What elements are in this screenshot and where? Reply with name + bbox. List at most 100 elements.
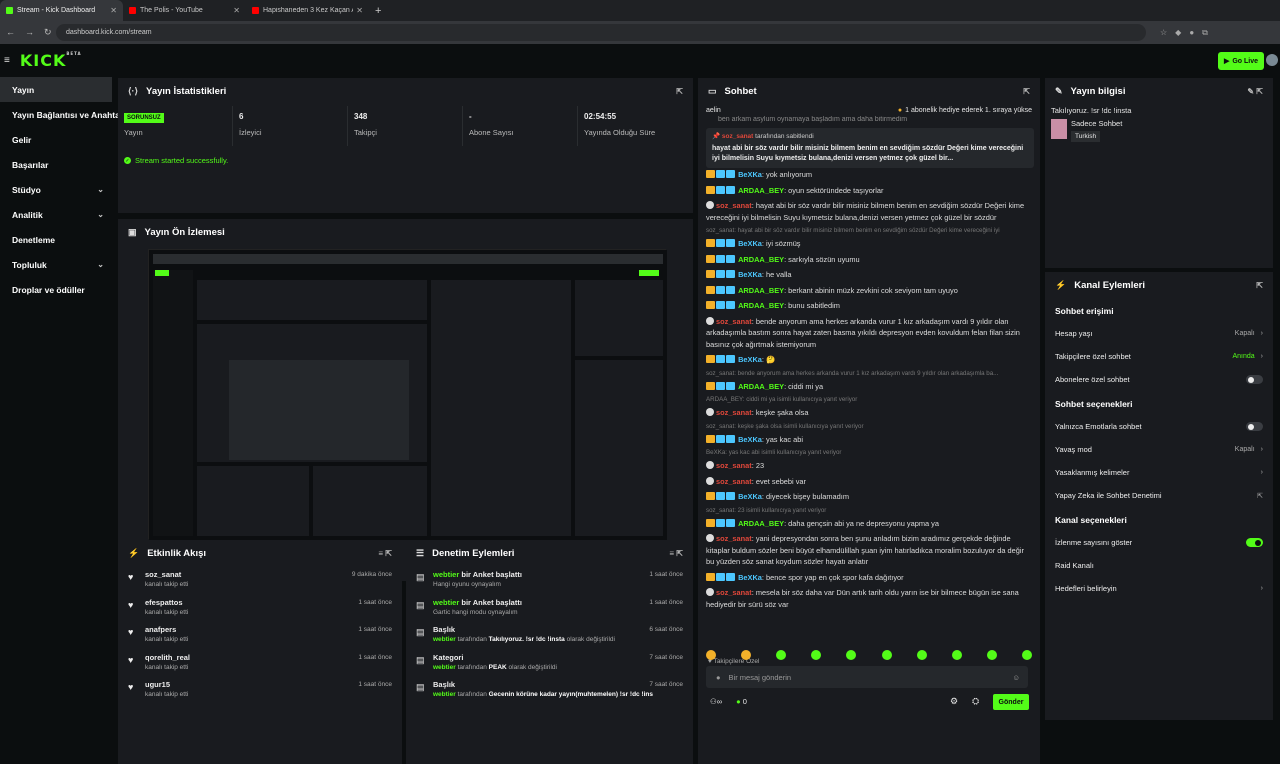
chat-username[interactable]: BeXKa: [738, 170, 762, 179]
chat-username[interactable]: soz_sanat: [716, 588, 752, 597]
chat-username[interactable]: soz_sanat: [716, 408, 752, 417]
emote-icon[interactable]: [986, 650, 997, 660]
chat-username[interactable]: ARDAA_BEY: [738, 186, 784, 195]
chat-message[interactable]: BeXKa: 🤔: [698, 352, 1040, 368]
chat-username[interactable]: soz_sanat: [716, 461, 752, 470]
chat-message[interactable]: ARDAA_BEY: bunu sabitledim: [698, 298, 1040, 314]
subs-chat-toggle[interactable]: [1246, 375, 1263, 384]
raid-channel-setting[interactable]: Raid Kanalı: [1045, 554, 1273, 577]
go-live-button[interactable]: ▶ Go Live: [1218, 52, 1264, 70]
chat-message[interactable]: BeXKa: diyecek bişey bulamadım: [698, 489, 1040, 505]
chat-username[interactable]: BeXKa: [738, 435, 762, 444]
emote-icon[interactable]: [881, 650, 892, 660]
menu-icon[interactable]: ≡: [4, 55, 10, 66]
kick-logo[interactable]: KICKBETA: [20, 51, 82, 70]
extension-icon[interactable]: ◆: [1175, 28, 1181, 38]
chat-username[interactable]: ARDAA_BEY: [738, 519, 784, 528]
chat-message[interactable]: BeXKa: iyi sözmüş: [698, 236, 1040, 252]
chat-username[interactable]: ARDAA_BEY: [738, 382, 784, 391]
sidebar-item[interactable]: Denetleme: [0, 227, 112, 252]
account-age-setting[interactable]: Hesap yaşı Kapalı ›: [1045, 322, 1273, 345]
chat-message[interactable]: soz_sanat: evet sebebi var: [698, 474, 1040, 490]
emote-icon[interactable]: [951, 650, 962, 660]
chat-message[interactable]: soz_sanat: yani depresyondan sonra ben ş…: [698, 531, 1040, 570]
chat-input[interactable]: ● Bir mesaj gönderin ☺: [706, 666, 1028, 688]
stream-preview-video[interactable]: [148, 249, 667, 540]
extension-icon[interactable]: ●: [1189, 28, 1194, 38]
chat-message[interactable]: BeXKa: yas kac abi: [698, 432, 1040, 448]
chat-message[interactable]: soz_sanat: 23: [698, 458, 1040, 474]
filter-icon[interactable]: ≡ ⇱: [669, 549, 683, 558]
chat-message[interactable]: ARDAA_BEY: daha gençsin abi ya ne depres…: [698, 516, 1040, 532]
sidebar-item[interactable]: Gelir: [0, 127, 112, 152]
chat-username[interactable]: ARDAA_BEY: [738, 255, 784, 264]
sidebar-item[interactable]: Başarılar: [0, 152, 112, 177]
emotes-only-toggle[interactable]: [1246, 422, 1263, 431]
emote-icon[interactable]: [846, 650, 857, 660]
filter-icon[interactable]: ≡ ⇱: [378, 549, 392, 558]
emote-icon[interactable]: [776, 650, 787, 660]
chat-username[interactable]: soz_sanat: [716, 477, 752, 486]
pinned-message[interactable]: 📌 soz_sanat tarafından sabitlendi hayat …: [706, 128, 1034, 168]
emote-icon[interactable]: [811, 650, 822, 660]
extensions-puzzle-icon[interactable]: ⧉: [1202, 28, 1208, 38]
chat-username[interactable]: soz_sanat: [716, 201, 752, 210]
emote-icon[interactable]: [916, 650, 927, 660]
edit-icon[interactable]: ✎ ⇱: [1247, 87, 1263, 96]
popout-icon[interactable]: ⇱: [1256, 281, 1263, 290]
close-tab-icon[interactable]: ✕: [110, 6, 117, 15]
emote-icon[interactable]: [1021, 650, 1032, 660]
chat-username[interactable]: BeXKa: [738, 270, 762, 279]
sidebar-item[interactable]: Analitik ⌄: [0, 202, 112, 227]
chat-message[interactable]: ARDAA_BEY: ciddi mi ya: [698, 379, 1040, 395]
popout-icon[interactable]: ⇱: [676, 87, 683, 96]
browser-tab-youtube-2[interactable]: Hapishaneden 3 Kez Kaçan Ada ✕: [246, 0, 369, 21]
emote-icon[interactable]: [706, 650, 716, 660]
gear-icon[interactable]: ⚙: [950, 696, 958, 707]
sidebar-item[interactable]: Topluluk ⌄: [0, 252, 112, 277]
show-viewers-toggle[interactable]: [1246, 538, 1263, 547]
close-tab-icon[interactable]: ✕: [356, 6, 363, 15]
sidebar-item[interactable]: Droplar ve ödüller: [0, 277, 112, 302]
popout-icon[interactable]: ⇱: [1023, 87, 1030, 96]
chat-message[interactable]: ARDAA_BEY: berkant abinin müzk zevkini c…: [698, 283, 1040, 299]
back-icon[interactable]: ←: [6, 27, 15, 38]
sidebar-item[interactable]: Yayın Bağlantısı ve Anahtar: [0, 102, 123, 127]
chat-message[interactable]: soz_sanat: mesela bir söz daha var Dün a…: [698, 585, 1040, 612]
slow-mode-setting[interactable]: Yavaş mod Kapalı ›: [1045, 438, 1273, 461]
chat-username[interactable]: BeXKa: [738, 573, 762, 582]
chat-username[interactable]: soz_sanat: [716, 317, 752, 326]
url-input[interactable]: dashboard.kick.com/stream: [56, 24, 1146, 41]
chat-message[interactable]: soz_sanat: keşke şaka olsa: [698, 405, 1040, 421]
emote-icon[interactable]: [741, 650, 752, 660]
chat-message[interactable]: ARDAA_BEY: oyun sektöründede taşıyorlar: [698, 183, 1040, 199]
new-tab-icon[interactable]: +: [375, 5, 381, 17]
forward-icon[interactable]: →: [25, 27, 34, 38]
chat-username[interactable]: ARDAA_BEY: [738, 286, 784, 295]
chat-message[interactable]: soz_sanat: hayat abi bir söz vardır bili…: [698, 198, 1040, 225]
chat-message[interactable]: BeXKa: he valla: [698, 267, 1040, 283]
sidebar-item[interactable]: Stüdyo ⌄: [0, 177, 112, 202]
browser-tab-kick[interactable]: Stream - Kick Dashboard ✕: [0, 0, 123, 21]
close-tab-icon[interactable]: ✕: [233, 6, 240, 15]
chat-username[interactable]: BeXKa: [738, 492, 762, 501]
chat-message[interactable]: BeXKa: yok anlıyorum: [698, 167, 1040, 183]
chat-message[interactable]: BeXKa: bence spor yap en çok spor kafa d…: [698, 570, 1040, 586]
banned-words-setting[interactable]: Yasaklanmış kelimeler ›: [1045, 461, 1273, 484]
reload-icon[interactable]: ↻: [44, 27, 52, 38]
emotes-only-setting[interactable]: Yalnızca Emotlarla sohbet: [1045, 415, 1273, 438]
emoji-icon[interactable]: ☺: [1012, 673, 1020, 682]
users-icon[interactable]: ⚇∞: [710, 697, 722, 706]
followers-chat-setting[interactable]: Takipçilere özel sohbet Anında ›: [1045, 345, 1273, 368]
chat-message[interactable]: ARDAA_BEY: sarkıyla sözün uyumu: [698, 252, 1040, 268]
avatar[interactable]: [1266, 54, 1278, 66]
bookmark-star-icon[interactable]: ☆: [1160, 28, 1167, 38]
set-goals-setting[interactable]: Hedefleri belirleyin ›: [1045, 577, 1273, 600]
chat-username[interactable]: BeXKa: [738, 239, 762, 248]
chat-username[interactable]: soz_sanat: [716, 534, 752, 543]
browser-tab-youtube-1[interactable]: The Polis - YouTube ✕: [123, 0, 246, 21]
settings-icon[interactable]: ⛭: [972, 696, 979, 707]
sidebar-item[interactable]: Yayın: [0, 77, 112, 102]
chat-username[interactable]: BeXKa: [738, 355, 762, 364]
chat-username[interactable]: ARDAA_BEY: [738, 301, 784, 310]
